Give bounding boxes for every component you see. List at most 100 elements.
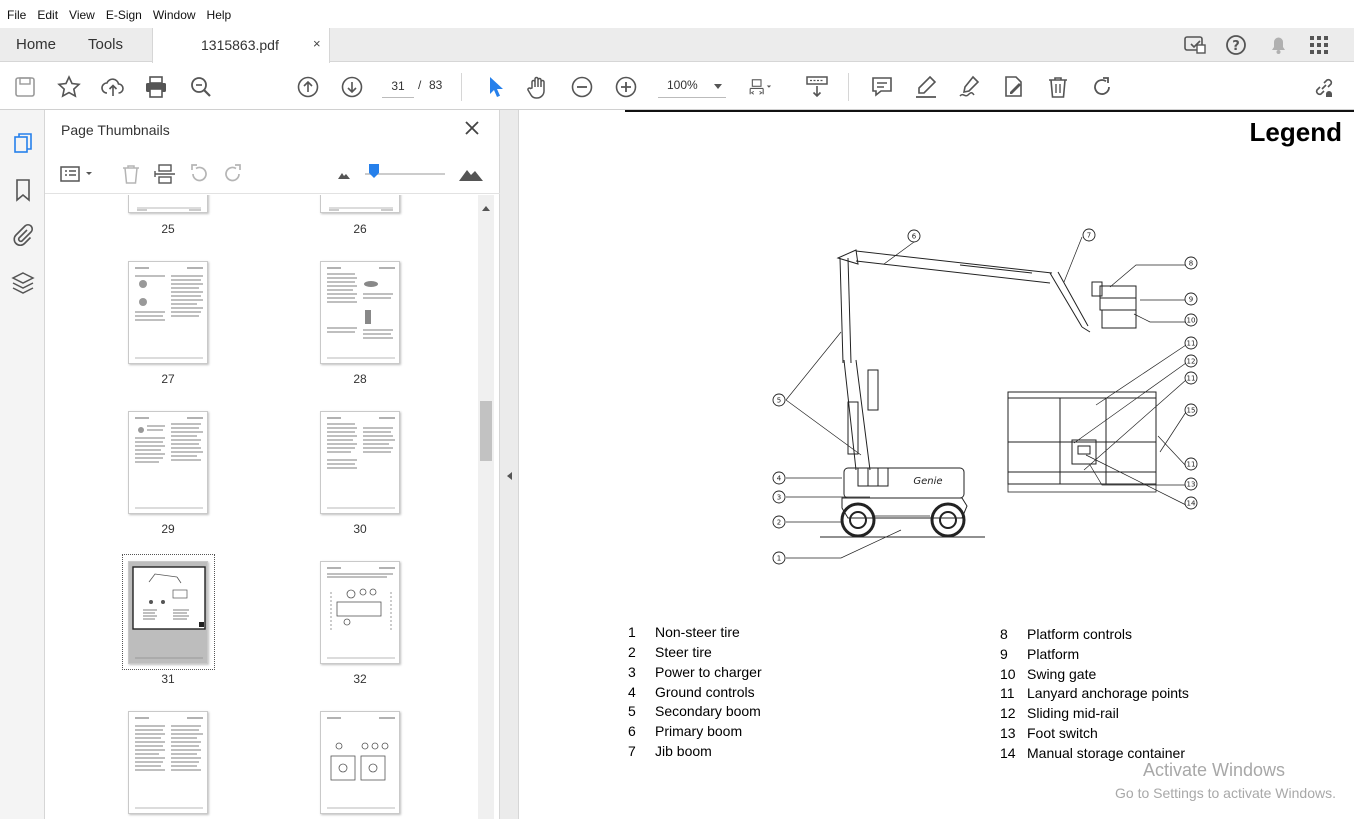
tab-home[interactable]: Home [16, 28, 56, 62]
menu-edit[interactable]: Edit [37, 7, 58, 23]
share-screen-icon[interactable] [1182, 33, 1208, 57]
page-number-label: 26 [353, 222, 367, 236]
attachments-paperclip-icon[interactable] [10, 222, 36, 248]
zoom-in-icon[interactable] [613, 74, 639, 100]
tab-bar: Home Tools 1315863.pdf × ? [0, 28, 1354, 63]
thumbnail-size-slider-handle[interactable] [369, 164, 379, 178]
page-number-input[interactable] [382, 74, 414, 98]
hand-pan-icon[interactable] [525, 74, 551, 100]
rotate-counterclockwise-icon[interactable] [187, 162, 211, 186]
page-number-label: 27 [161, 372, 175, 386]
scroll-up-arrow-icon[interactable] [482, 206, 490, 211]
delete-trash-icon[interactable] [1045, 74, 1071, 100]
page-thumbnails-panel: Page Thumbnails 25 26 27 28 29 30 31 32 [45, 110, 500, 819]
svg-text:11: 11 [1187, 340, 1196, 348]
tab-tools[interactable]: Tools [88, 28, 123, 62]
delete-page-icon[interactable] [119, 162, 143, 186]
svg-text:4: 4 [777, 475, 782, 483]
edit-pdf-icon[interactable] [1001, 74, 1027, 100]
page-thumbnail[interactable] [128, 711, 208, 814]
svg-text:?: ? [1232, 39, 1240, 54]
svg-text:11: 11 [1187, 461, 1196, 469]
share-link-icon[interactable] [1311, 74, 1337, 100]
legend-item: 13 Foot switch [1000, 725, 1098, 741]
menu-esign[interactable]: E-Sign [106, 7, 142, 23]
legend-item: 1 Non-steer tire [628, 624, 740, 640]
menu-file[interactable]: File [7, 7, 26, 23]
chevron-down-icon [714, 84, 722, 89]
fit-page-icon[interactable] [748, 74, 784, 100]
panel-splitter[interactable] [500, 110, 519, 819]
page-number-label: 32 [353, 672, 367, 686]
svg-text:15: 15 [1187, 407, 1196, 415]
select-pointer-icon[interactable] [482, 74, 508, 100]
thumbnail-options-icon[interactable] [59, 162, 97, 186]
layers-icon[interactable] [10, 270, 36, 296]
draw-freehand-icon[interactable] [957, 74, 983, 100]
svg-text:11: 11 [1187, 375, 1196, 383]
svg-text:6: 6 [912, 233, 917, 241]
upload-cloud-icon[interactable] [100, 74, 126, 100]
close-tab-button[interactable]: × [313, 36, 321, 51]
bookmark-star-icon[interactable] [56, 74, 82, 100]
page-thumbnail[interactable] [128, 261, 208, 364]
highlight-pen-icon[interactable] [913, 74, 939, 100]
menu-window[interactable]: Window [153, 7, 196, 23]
page-number-label: 28 [353, 372, 367, 386]
zoom-search-icon[interactable] [188, 74, 214, 100]
page-thumbnail[interactable] [128, 411, 208, 514]
svg-text:14: 14 [1187, 500, 1196, 508]
zoom-out-icon[interactable] [569, 74, 595, 100]
close-panel-icon[interactable] [463, 119, 481, 137]
zoom-level-dropdown[interactable]: 100% [658, 74, 726, 98]
page-number-label: 29 [161, 522, 175, 536]
comment-icon[interactable] [869, 74, 895, 100]
bookmarks-icon[interactable] [10, 177, 36, 203]
notifications-bell-icon[interactable] [1266, 33, 1292, 57]
page-number-label-current: 31 [161, 672, 175, 686]
save-icon[interactable] [12, 74, 38, 100]
page-thumbnail[interactable] [320, 261, 400, 364]
apps-grid-icon[interactable] [1306, 33, 1332, 57]
large-thumbnail-icon[interactable] [457, 162, 485, 186]
document-tab-title: 1315863.pdf [201, 37, 279, 53]
thumbnail-list: 25 26 27 28 29 30 31 32 [45, 195, 478, 819]
collapse-panel-arrow-icon[interactable] [507, 472, 512, 480]
svg-text:2: 2 [777, 519, 781, 527]
legend-list-right: 8 Platform controls 9 Platform 10 Swing gat… [1000, 624, 1189, 763]
svg-text:3: 3 [777, 494, 781, 502]
page-thumbnails-icon[interactable] [10, 131, 36, 157]
small-thumbnail-icon[interactable] [333, 162, 357, 186]
page-heading: Legend [1249, 117, 1342, 147]
print-icon[interactable] [143, 74, 169, 100]
thumbnail-scrollbar[interactable] [478, 195, 494, 819]
scroll-mode-icon[interactable] [804, 74, 830, 100]
legend-list-left: 1 Non-steer tire 2 Steer tire 3 Power to ch… [628, 622, 762, 761]
rotate-clockwise-icon[interactable] [1089, 74, 1115, 100]
svg-text:9: 9 [1189, 296, 1193, 304]
toolbar-divider [848, 73, 849, 101]
page-thumbnail[interactable] [320, 711, 400, 814]
menu-help[interactable]: Help [207, 7, 232, 23]
legend-item: 5 Secondary boom [628, 703, 761, 719]
page-thumbnail[interactable] [320, 561, 400, 664]
page-number-label: 25 [161, 222, 175, 236]
page-thumbnail-current[interactable] [128, 561, 208, 664]
legend-item: 11 Lanyard anchorage points [1000, 685, 1189, 701]
menu-view[interactable]: View [69, 7, 95, 23]
boom-lift-diagram: 1 2 3 4 5 6 7 8 9 10 11 12 11 15 11 13 1… [772, 228, 1198, 565]
scrollbar-thumb[interactable] [480, 401, 492, 461]
page-thumbnail[interactable] [320, 411, 400, 514]
next-page-icon[interactable] [339, 74, 365, 100]
rotate-clockwise-page-icon[interactable] [221, 162, 245, 186]
tab-document[interactable]: 1315863.pdf × [152, 28, 330, 63]
page-thumbnail[interactable] [320, 195, 400, 213]
svg-text:13: 13 [1187, 481, 1196, 489]
activate-windows-subtext: Go to Settings to activate Windows. [1115, 785, 1336, 801]
previous-page-icon[interactable] [295, 74, 321, 100]
legend-item: 4 Ground controls [628, 684, 755, 700]
page-thumbnail[interactable] [128, 195, 208, 213]
thumbnail-toolbar [45, 154, 500, 194]
insert-page-icon[interactable] [153, 162, 177, 186]
help-icon[interactable]: ? [1224, 33, 1250, 57]
